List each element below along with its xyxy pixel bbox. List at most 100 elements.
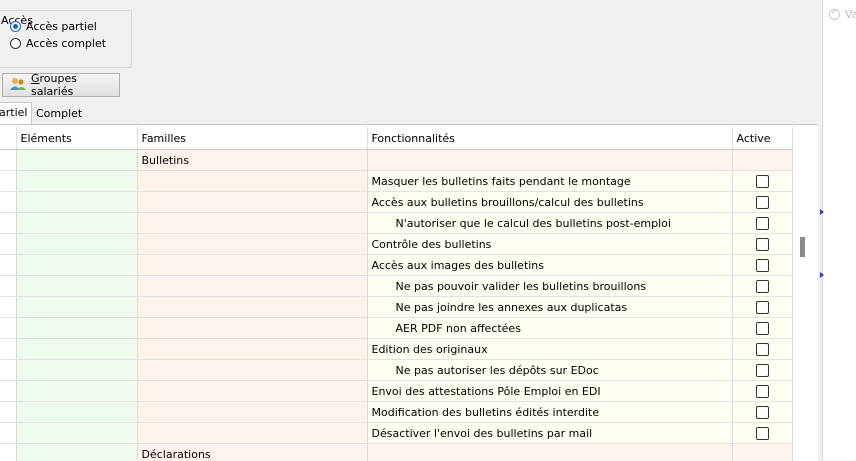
familles-cell (137, 360, 367, 381)
fonctionnalite-cell: Accès aux images des bulletins (367, 255, 732, 276)
fonctionnalite-cell: Accès aux bulletins brouillons/calcul de… (367, 192, 732, 213)
elements-cell (16, 276, 137, 297)
familles-cell (137, 171, 367, 192)
row-selector-cell[interactable] (0, 255, 16, 276)
row-selector-cell[interactable] (0, 318, 16, 339)
row-selector-cell[interactable] (0, 381, 16, 402)
table-row[interactable]: Modification des bulletins édités interd… (0, 402, 792, 423)
table-row[interactable]: Bulletins (0, 150, 792, 171)
row-selector-cell[interactable] (0, 444, 16, 461)
table-row[interactable]: N'autoriser que le calcul des bulletins … (0, 213, 792, 234)
active-checkbox[interactable] (756, 259, 769, 272)
fonctionnalite-cell: Contrôle des bulletins (367, 234, 732, 255)
active-checkbox[interactable] (756, 343, 769, 356)
elements-cell (16, 171, 137, 192)
table-row[interactable]: AER PDF non affectées (0, 318, 792, 339)
column-header-active[interactable]: Active (732, 127, 792, 150)
active-checkbox[interactable] (756, 196, 769, 209)
fonctionnalite-cell: Désactiver l'envoi des bulletins par mai… (367, 423, 732, 444)
fonctionnalite-cell: Envoi des attestations Pôle Emploi en ED… (367, 381, 732, 402)
radio-button[interactable] (10, 38, 21, 49)
radio-acces-partiel[interactable]: Accès partiel (10, 20, 97, 33)
column-header-familles[interactable]: Familles (137, 127, 367, 150)
elements-cell (16, 318, 137, 339)
row-selector-cell[interactable] (0, 234, 16, 255)
row-selector-cell[interactable] (0, 360, 16, 381)
active-checkbox[interactable] (756, 238, 769, 251)
scrollbar-thumb[interactable] (800, 237, 805, 257)
familles-cell (137, 192, 367, 213)
fonctionnalite-cell: Masquer les bulletins faits pendant le m… (367, 171, 732, 192)
grid-header-row: Eléments Familles Fonctionnalités Active (0, 127, 792, 150)
fonctionnalites-grid: Eléments Familles Fonctionnalités Active… (0, 124, 818, 461)
active-cell (732, 171, 792, 192)
active-checkbox[interactable] (756, 406, 769, 419)
splitter-arrow-icon[interactable] (820, 272, 824, 278)
table-row[interactable]: Edition des originaux (0, 339, 792, 360)
table-row[interactable]: Masquer les bulletins faits pendant le m… (0, 171, 792, 192)
active-checkbox[interactable] (756, 385, 769, 398)
active-checkbox[interactable] (756, 427, 769, 440)
table-row[interactable]: Accès aux images des bulletins (0, 255, 792, 276)
familles-cell (137, 318, 367, 339)
table-row[interactable]: Accès aux bulletins brouillons/calcul de… (0, 192, 792, 213)
acces-groupbox: Accès Accès partiel Accès complet (0, 10, 132, 68)
column-header-elements[interactable]: Eléments (16, 127, 137, 150)
familles-cell (137, 297, 367, 318)
familles-cell: Déclarations (137, 444, 367, 461)
row-selector-cell[interactable] (0, 213, 16, 234)
fonctionnalite-cell (367, 150, 732, 171)
active-cell (732, 150, 792, 171)
familles-cell (137, 381, 367, 402)
active-checkbox[interactable] (756, 364, 769, 377)
active-checkbox[interactable] (756, 322, 769, 335)
groupes-salaries-button[interactable]: Groupes salariés (2, 73, 120, 97)
row-selector-cell[interactable] (0, 402, 16, 423)
active-cell (732, 402, 792, 423)
radio-label: Accès partiel (26, 20, 97, 33)
table-row[interactable]: Contrôle des bulletins (0, 234, 792, 255)
table-row[interactable]: Envoi des attestations Pôle Emploi en ED… (0, 381, 792, 402)
group-users-icon (10, 77, 26, 94)
groupes-salaries-label: Groupes salariés (31, 72, 119, 98)
familles-cell (137, 213, 367, 234)
fonctionnalite-cell: Ne pas pouvoir valider les bulletins bro… (367, 276, 732, 297)
splitter-arrow-icon[interactable] (820, 209, 824, 215)
familles-cell (137, 339, 367, 360)
active-cell (732, 318, 792, 339)
row-selector-cell[interactable] (0, 150, 16, 171)
active-checkbox[interactable] (756, 217, 769, 230)
radio-button-checked[interactable] (10, 21, 21, 32)
elements-cell (16, 402, 137, 423)
active-cell (732, 276, 792, 297)
right-panel-label[interactable]: Va (845, 8, 856, 21)
table-row[interactable]: Ne pas autoriser les dépôts sur EDoc (0, 360, 792, 381)
column-header-selector[interactable] (0, 127, 16, 150)
table-row[interactable]: Ne pas joindre les annexes aux duplicata… (0, 297, 792, 318)
fonctionnalite-cell: AER PDF non affectées (367, 318, 732, 339)
active-checkbox[interactable] (756, 175, 769, 188)
row-selector-cell[interactable] (0, 171, 16, 192)
radio-acces-complet[interactable]: Accès complet (10, 37, 106, 50)
tab-partiel[interactable]: artiel (0, 102, 32, 125)
elements-cell (16, 234, 137, 255)
active-checkbox[interactable] (756, 301, 769, 314)
row-selector-cell[interactable] (0, 276, 16, 297)
elements-cell (16, 150, 137, 171)
row-selector-cell[interactable] (0, 339, 16, 360)
tab-complet[interactable]: Complet (32, 104, 86, 124)
active-checkbox[interactable] (756, 280, 769, 293)
row-selector-cell[interactable] (0, 423, 16, 444)
elements-cell (16, 381, 137, 402)
active-cell (732, 423, 792, 444)
fonctionnalite-cell: Ne pas autoriser les dépôts sur EDoc (367, 360, 732, 381)
row-selector-cell[interactable] (0, 297, 16, 318)
active-cell (732, 297, 792, 318)
fonctionnalite-cell: Ne pas joindre les annexes aux duplicata… (367, 297, 732, 318)
radio-label: Accès complet (26, 37, 106, 50)
row-selector-cell[interactable] (0, 192, 16, 213)
table-row[interactable]: Déclarations (0, 444, 792, 461)
table-row[interactable]: Désactiver l'envoi des bulletins par mai… (0, 423, 792, 444)
table-row[interactable]: Ne pas pouvoir valider les bulletins bro… (0, 276, 792, 297)
column-header-fonctionnalites[interactable]: Fonctionnalités (367, 127, 732, 150)
